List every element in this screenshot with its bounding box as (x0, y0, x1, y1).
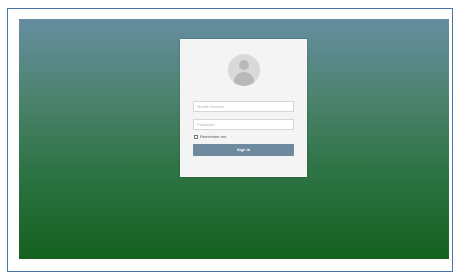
user-avatar-icon (228, 54, 260, 86)
sign-in-button[interactable]: Sign in (193, 144, 294, 156)
remember-me-row[interactable]: Remember me (194, 134, 226, 140)
password-input[interactable] (193, 119, 294, 130)
mobile-number-input[interactable] (193, 101, 294, 112)
remember-me-checkbox[interactable] (194, 135, 198, 139)
remember-me-label: Remember me (200, 134, 227, 139)
avatar-body (234, 72, 254, 86)
login-card: Remember me Sign in (180, 39, 307, 177)
avatar-head (239, 60, 249, 70)
login-page-background: Remember me Sign in (19, 19, 449, 259)
